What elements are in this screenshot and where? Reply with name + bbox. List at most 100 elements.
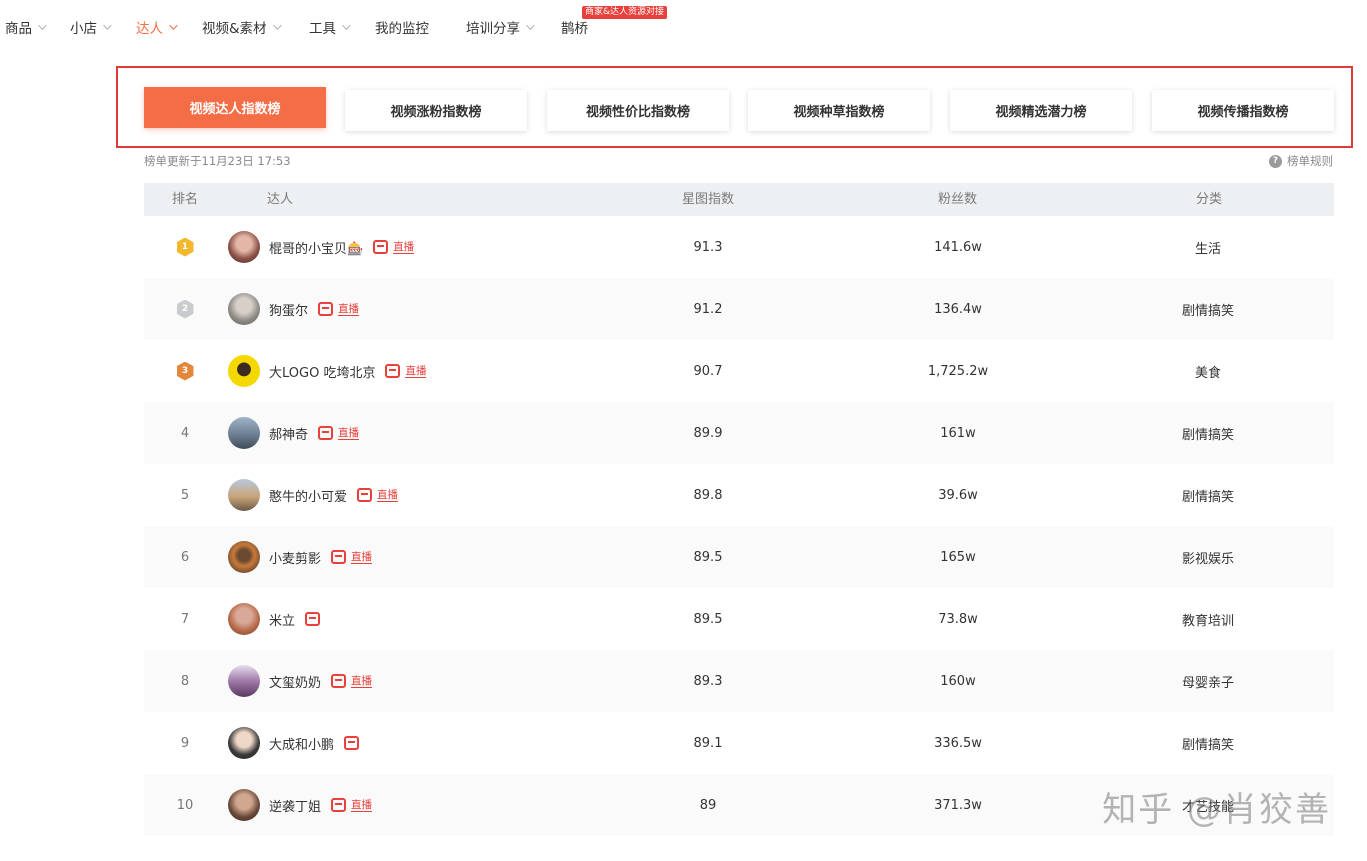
rank-cell: 5 — [180, 487, 190, 503]
category-cell: 母婴亲子 — [1181, 675, 1234, 691]
nav-item-label: 我的监控 — [375, 21, 429, 37]
rank-cell: 4 — [180, 425, 190, 441]
table-row[interactable]: 9 大成和小鹏 89.1 336.5w 剧情搞笑 — [144, 712, 1334, 774]
table-row[interactable]: 2 狗蛋尔 直播 91.2 136.4w 剧情搞笑 — [144, 278, 1334, 340]
rules-label: 榜单规则 — [1287, 154, 1333, 168]
kol-name[interactable]: 文玺奶奶 — [269, 672, 321, 691]
rank-cell: 2 — [144, 278, 226, 340]
table-row[interactable]: 6 小麦剪影 直播 89.5 165w 影视娱乐 — [144, 526, 1334, 588]
nav-item-training[interactable]: 培训分享 — [466, 17, 535, 37]
nav-item-monitor[interactable]: 我的监控 — [375, 17, 429, 37]
top-nav: 商品 小店 达人 视频&素材 工具 我的监控 培训分享 鹊桥 商家&达人资源对接 — [0, 0, 1367, 54]
live-tag: 直播 — [351, 674, 373, 688]
category-cell: 剧情搞笑 — [1181, 303, 1234, 319]
chevron-down-icon — [342, 21, 351, 30]
nav-item-label: 达人 — [136, 21, 163, 37]
nav-item-tools[interactable]: 工具 — [309, 17, 351, 37]
chevron-down-icon — [272, 21, 282, 30]
nav-item-goods[interactable]: 商品 — [5, 17, 47, 37]
kol-cell: 棍哥的小宝贝🎰 直播 — [228, 216, 608, 278]
tab-video-seeding[interactable]: 视频种草指数榜 — [748, 90, 930, 131]
video-tag-icon — [331, 798, 347, 812]
kol-name[interactable]: 大LOGO 吃垮北京 — [269, 362, 375, 381]
video-tag-icon — [344, 736, 360, 750]
video-tag-icon — [357, 488, 373, 502]
avatar[interactable] — [228, 293, 260, 325]
fans-cell: 371.3w — [934, 797, 982, 813]
tab-video-fans-growth[interactable]: 视频涨粉指数榜 — [345, 90, 527, 131]
fans-cell: 160w — [940, 673, 976, 689]
avatar[interactable] — [228, 665, 260, 697]
score-cell: 89.5 — [693, 549, 723, 565]
kol-cell: 大LOGO 吃垮北京 直播 — [228, 340, 608, 402]
kol-cell: 逆袭丁姐 直播 — [228, 774, 608, 836]
rank-medal-icon: 1 — [175, 236, 195, 258]
rank-medal-icon: 2 — [175, 298, 195, 320]
table-row[interactable]: 8 文玺奶奶 直播 89.3 160w 母婴亲子 — [144, 650, 1334, 712]
category-cell: 剧情搞笑 — [1181, 737, 1234, 753]
tab-video-cost-performance[interactable]: 视频性价比指数榜 — [547, 90, 729, 131]
kol-name[interactable]: 小麦剪影 — [269, 548, 321, 567]
avatar[interactable] — [228, 479, 260, 511]
kol-name[interactable]: 憨牛的小可爱 — [269, 486, 347, 505]
table-row[interactable]: 7 米立 89.5 73.8w 教育培训 — [144, 588, 1334, 650]
nav-item-shop[interactable]: 小店 — [70, 17, 112, 37]
video-tag-icon — [318, 302, 334, 316]
nav-item-label: 工具 — [309, 21, 336, 37]
video-tag-icon — [331, 550, 347, 564]
kol-cell: 狗蛋尔 直播 — [228, 278, 608, 340]
rank-cell: 3 — [144, 340, 226, 402]
nav-item-kol[interactable]: 达人 — [136, 17, 178, 37]
kol-name[interactable]: 米立 — [269, 610, 295, 629]
avatar[interactable] — [228, 231, 260, 263]
kol-cell: 文玺奶奶 直播 — [228, 650, 608, 712]
chevron-down-icon — [526, 21, 535, 30]
table-row[interactable]: 5 憨牛的小可爱 直播 89.8 39.6w 剧情搞笑 — [144, 464, 1334, 526]
avatar[interactable] — [228, 603, 260, 635]
table-row[interactable]: 4 郝神奇 直播 89.9 161w 剧情搞笑 — [144, 402, 1334, 464]
category-cell: 生活 — [1194, 241, 1221, 257]
score-cell: 89.9 — [693, 425, 723, 441]
video-tag-icon — [305, 612, 321, 626]
score-cell: 89 — [699, 797, 717, 813]
question-icon: ? — [1269, 154, 1282, 168]
rules-link[interactable]: ? 榜单规则 — [1269, 153, 1333, 169]
nav-badge: 商家&达人资源对接 — [582, 6, 668, 19]
nav-item-label: 鹊桥 — [561, 21, 588, 37]
avatar[interactable] — [228, 789, 260, 821]
table-row[interactable]: 3 大LOGO 吃垮北京 直播 90.7 1,725.2w 美食 — [144, 340, 1334, 402]
kol-name[interactable]: 棍哥的小宝贝🎰 — [269, 238, 363, 257]
nav-item-video-material[interactable]: 视频&素材 — [202, 17, 282, 37]
live-tag: 直播 — [351, 550, 373, 564]
avatar[interactable] — [228, 355, 260, 387]
nav-item-label: 视频&素材 — [202, 21, 267, 37]
kol-name[interactable]: 逆袭丁姐 — [269, 796, 321, 815]
score-cell: 91.2 — [693, 301, 723, 317]
fans-cell: 39.6w — [938, 487, 978, 503]
chevron-down-icon — [38, 21, 47, 30]
live-tag: 直播 — [377, 488, 399, 502]
tab-video-potential[interactable]: 视频精选潜力榜 — [950, 90, 1132, 131]
tab-video-kol-index[interactable]: 视频达人指数榜 — [144, 87, 326, 128]
watermark: 知乎 @肖狡善 — [1102, 790, 1331, 830]
live-tag: 直播 — [338, 302, 360, 316]
category-cell: 剧情搞笑 — [1181, 489, 1234, 505]
avatar[interactable] — [228, 541, 260, 573]
header-score: 星图指数 — [682, 192, 735, 207]
kol-cell: 米立 — [228, 588, 608, 650]
nav-item-queqiao[interactable]: 鹊桥 — [561, 17, 588, 37]
table-row[interactable]: 1 棍哥的小宝贝🎰 直播 91.3 141.6w 生活 — [144, 216, 1334, 278]
kol-name[interactable]: 郝神奇 — [269, 424, 308, 443]
avatar[interactable] — [228, 727, 260, 759]
kol-cell: 小麦剪影 直播 — [228, 526, 608, 588]
tab-video-spread[interactable]: 视频传播指数榜 — [1152, 90, 1334, 131]
fans-cell: 141.6w — [934, 239, 982, 255]
kol-name[interactable]: 大成和小鹏 — [269, 734, 334, 753]
live-tag: 直播 — [405, 364, 427, 378]
category-cell: 教育培训 — [1181, 613, 1234, 629]
avatar[interactable] — [228, 417, 260, 449]
kol-name[interactable]: 狗蛋尔 — [269, 300, 308, 319]
chevron-down-icon — [103, 21, 112, 30]
nav-item-label: 培训分享 — [466, 21, 520, 37]
header-category: 分类 — [1196, 192, 1223, 207]
